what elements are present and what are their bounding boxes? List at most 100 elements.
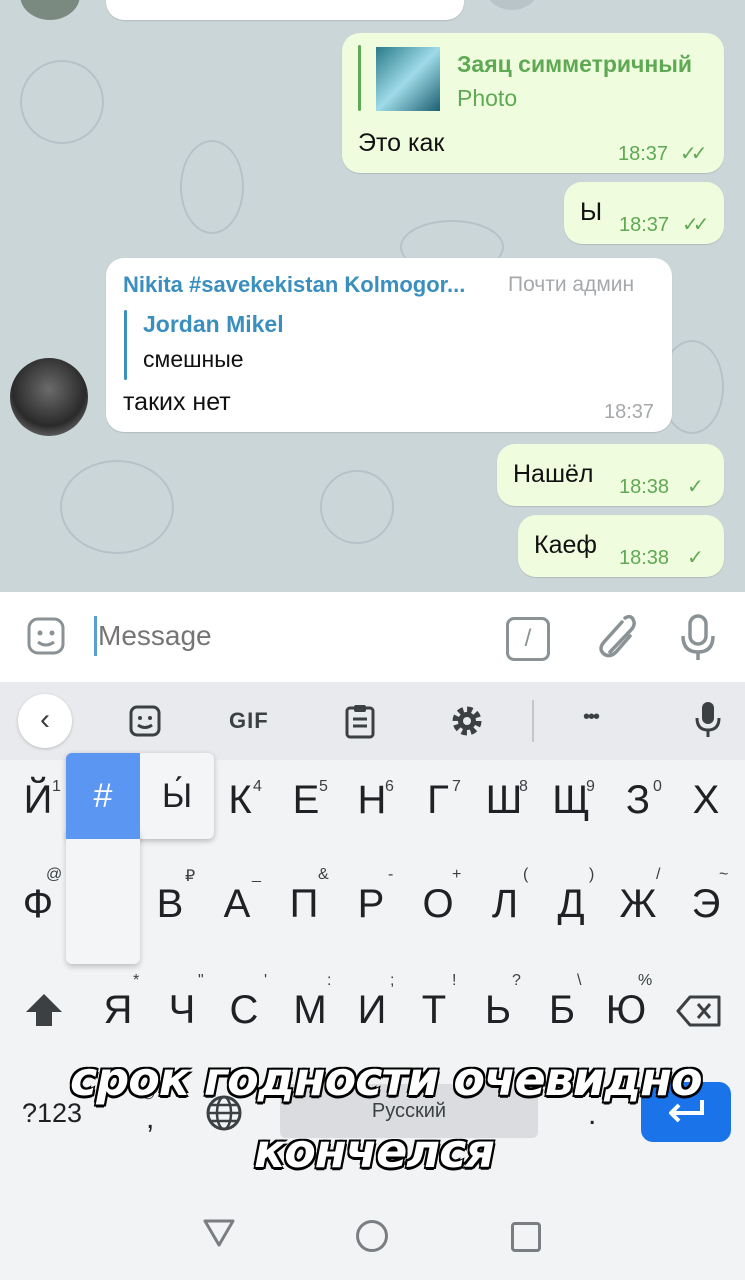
comma-key[interactable]: , [146,1102,154,1136]
key-hint: ' [264,972,268,989]
key-hint: 4 [253,778,262,795]
key-с[interactable]: С [214,988,274,1033]
shift-icon[interactable] [24,992,64,1033]
reply-author[interactable]: Jordan Mikel [143,311,284,338]
key-hint: ) [589,866,595,883]
key-ю[interactable]: Ю [596,988,656,1033]
key-hint: : [327,972,332,989]
key-hint: 7 [452,778,461,795]
gif-button[interactable]: GIF [229,708,269,734]
chat-area[interactable]: Заяц симметричный Photo Это как 18:37 ✓✓… [0,0,745,592]
reply-bar [358,45,361,111]
incoming-message[interactable]: Nikita #savekekistan Kolmogor... Почти а… [106,258,672,432]
home-circle-icon[interactable] [356,1220,388,1252]
popup-option-accent[interactable]: Ы́ [140,753,214,839]
key-х[interactable]: Х [676,778,736,823]
key-hint: ? [512,972,521,989]
attach-icon[interactable] [592,612,636,665]
text-cursor [94,616,97,656]
settings-gear-icon[interactable] [450,704,484,743]
message-time: 18:37 [604,401,655,423]
caption-line-2: кончелся [254,1124,495,1178]
key-hint: ~ [719,866,729,883]
key-ч[interactable]: Ч [152,988,212,1033]
popup-option-hash[interactable]: # [66,753,140,839]
key-hint: / [656,866,661,883]
scroll-button[interactable] [484,0,540,10]
key-т[interactable]: Т [404,988,464,1033]
key-л[interactable]: Л [475,882,535,927]
key-hint: 1 [52,778,61,795]
key-м[interactable]: М [280,988,340,1033]
key-б[interactable]: Б [532,988,592,1033]
back-triangle-icon[interactable] [202,1218,236,1253]
outgoing-message[interactable]: Нашёл 18:38 ✓ [497,444,724,506]
key-д[interactable]: Д [541,882,601,927]
message-text: Каеф [534,531,597,559]
sender-avatar[interactable] [10,358,88,436]
key-а[interactable]: А [207,882,267,927]
more-options-icon[interactable]: ••• [583,706,600,729]
key-ж[interactable]: Ж [608,882,668,927]
key-о[interactable]: О [408,882,468,927]
message-composer: / [0,592,745,682]
reply-photo-thumbnail[interactable] [376,47,440,111]
key-hint: ! [452,972,457,989]
key-hint: ; [390,972,395,989]
sender-role-badge: Почти админ [508,273,635,296]
message-time: 18:38 [619,547,670,569]
keyboard-toolbar: ‹ GIF ••• [0,682,745,760]
key-ь[interactable]: Ь [468,988,528,1033]
recents-square-icon[interactable] [511,1222,541,1252]
voice-input-icon[interactable] [694,700,722,745]
message-text: таких нет [123,388,231,416]
toolbar-divider [532,700,534,742]
avatar[interactable] [20,0,80,20]
reply-type: Photo [457,85,518,111]
previous-message-bubble[interactable] [106,0,464,20]
outgoing-message[interactable]: Ы 18:37 ✓✓ [564,182,724,244]
key-hint: 9 [586,778,595,795]
clipboard-icon[interactable] [344,703,376,744]
caption-line-1: срок годности очевидно [70,1052,703,1106]
key-я[interactable]: Я [88,988,148,1033]
sent-tick-icon: ✓ [687,476,704,498]
sticker-icon[interactable] [26,616,66,656]
key-в[interactable]: В [140,882,200,927]
key-hint: ₽ [185,868,196,885]
key-hint: 6 [385,778,394,795]
message-time: 18:38 [619,476,670,498]
microphone-icon[interactable] [678,612,718,667]
message-time: 18:37 [618,143,669,165]
backspace-icon[interactable] [676,994,722,1033]
key-hint: & [318,866,329,883]
sticker-icon[interactable] [128,704,162,743]
back-chevron-icon[interactable]: ‹ [18,694,72,748]
key-area: Й 1 К 4 Е 5 Н 6 Г 7 Ш 8 Щ 9 З 0 Х Ф @ В … [0,753,745,1180]
key-ф[interactable]: Ф [8,882,68,927]
key-hint: - [388,866,394,883]
key-п[interactable]: П [274,882,334,927]
message-text: Ы [580,198,603,226]
key-hint: 8 [519,778,528,795]
reply-author: Заяц симметричный [457,51,693,77]
message-time: 18:37 [619,214,670,236]
sent-tick-icon: ✓ [687,547,704,569]
key-р[interactable]: Р [341,882,401,927]
key-и[interactable]: И [342,988,402,1033]
key-hint: % [638,972,653,989]
key-hint: \ [577,972,582,989]
key-popup-stem [66,830,140,964]
message-text: Нашёл [513,460,594,488]
sender-name[interactable]: Nikita #savekekistan Kolmogor... [123,272,465,298]
key-э[interactable]: Э [676,882,736,927]
reply-bar [124,310,127,380]
outgoing-message[interactable]: Каеф 18:38 ✓ [518,515,724,577]
key-hint: + [452,866,462,883]
message-text: Это как [358,129,445,157]
outgoing-message[interactable]: Заяц симметричный Photo Это как 18:37 ✓✓ [342,33,724,173]
bot-command-button[interactable]: / [506,617,550,661]
key-hint: * [133,972,140,989]
key-hint: @ [46,866,63,883]
message-input[interactable] [98,616,478,656]
